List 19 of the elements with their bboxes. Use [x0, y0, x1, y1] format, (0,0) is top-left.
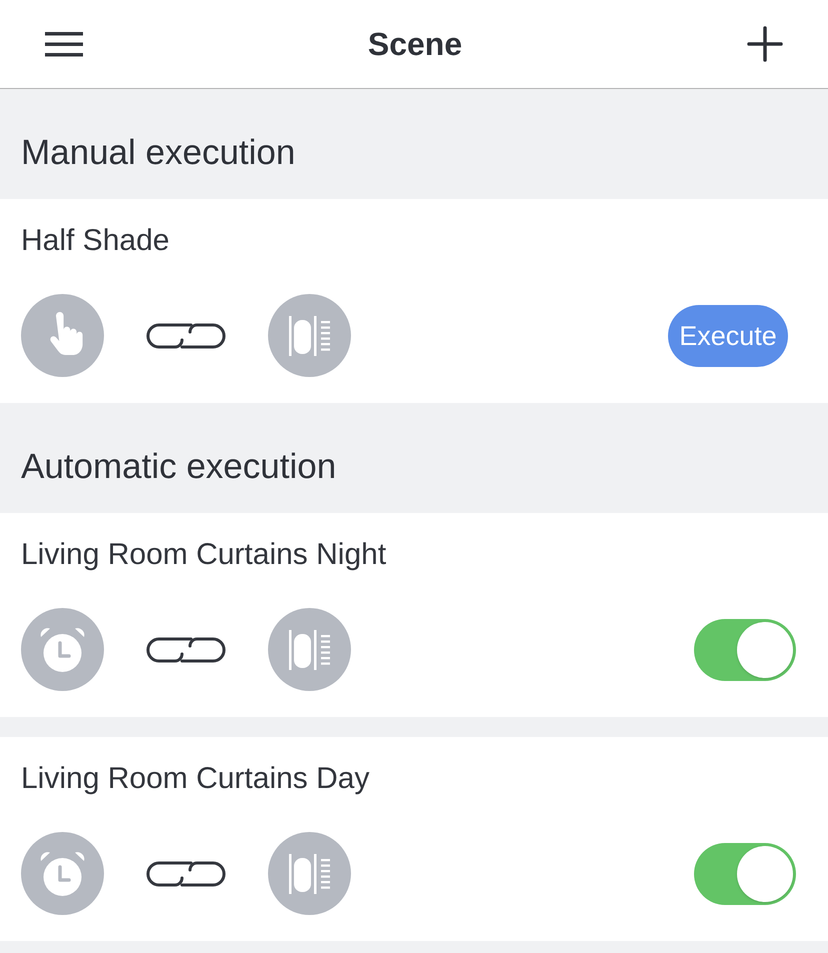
scene-name: Living Room Curtains Night [21, 537, 388, 573]
section-heading: Automatic execution [21, 446, 336, 488]
device-icon [268, 832, 351, 915]
scene-card[interactable]: Living Room Curtains Night [0, 513, 828, 717]
scene-card[interactable]: Half Shade Execute [0, 199, 828, 403]
hand-pointer-icon [21, 294, 104, 377]
screen-title: Scene [368, 25, 462, 64]
scene-name: Half Shade [21, 223, 170, 259]
alarm-clock-icon [21, 608, 104, 691]
scene-name: Living Room Curtains Day [21, 761, 370, 797]
link-icon [145, 636, 227, 664]
alarm-clock-icon [21, 832, 104, 915]
scene-card[interactable]: Living Room Curtains Day [0, 737, 828, 941]
link-icon [145, 860, 227, 888]
add-icon[interactable] [746, 25, 784, 63]
device-icon [268, 608, 351, 691]
link-icon [145, 322, 227, 350]
section-heading: Manual execution [21, 132, 296, 174]
device-icon [268, 294, 351, 377]
